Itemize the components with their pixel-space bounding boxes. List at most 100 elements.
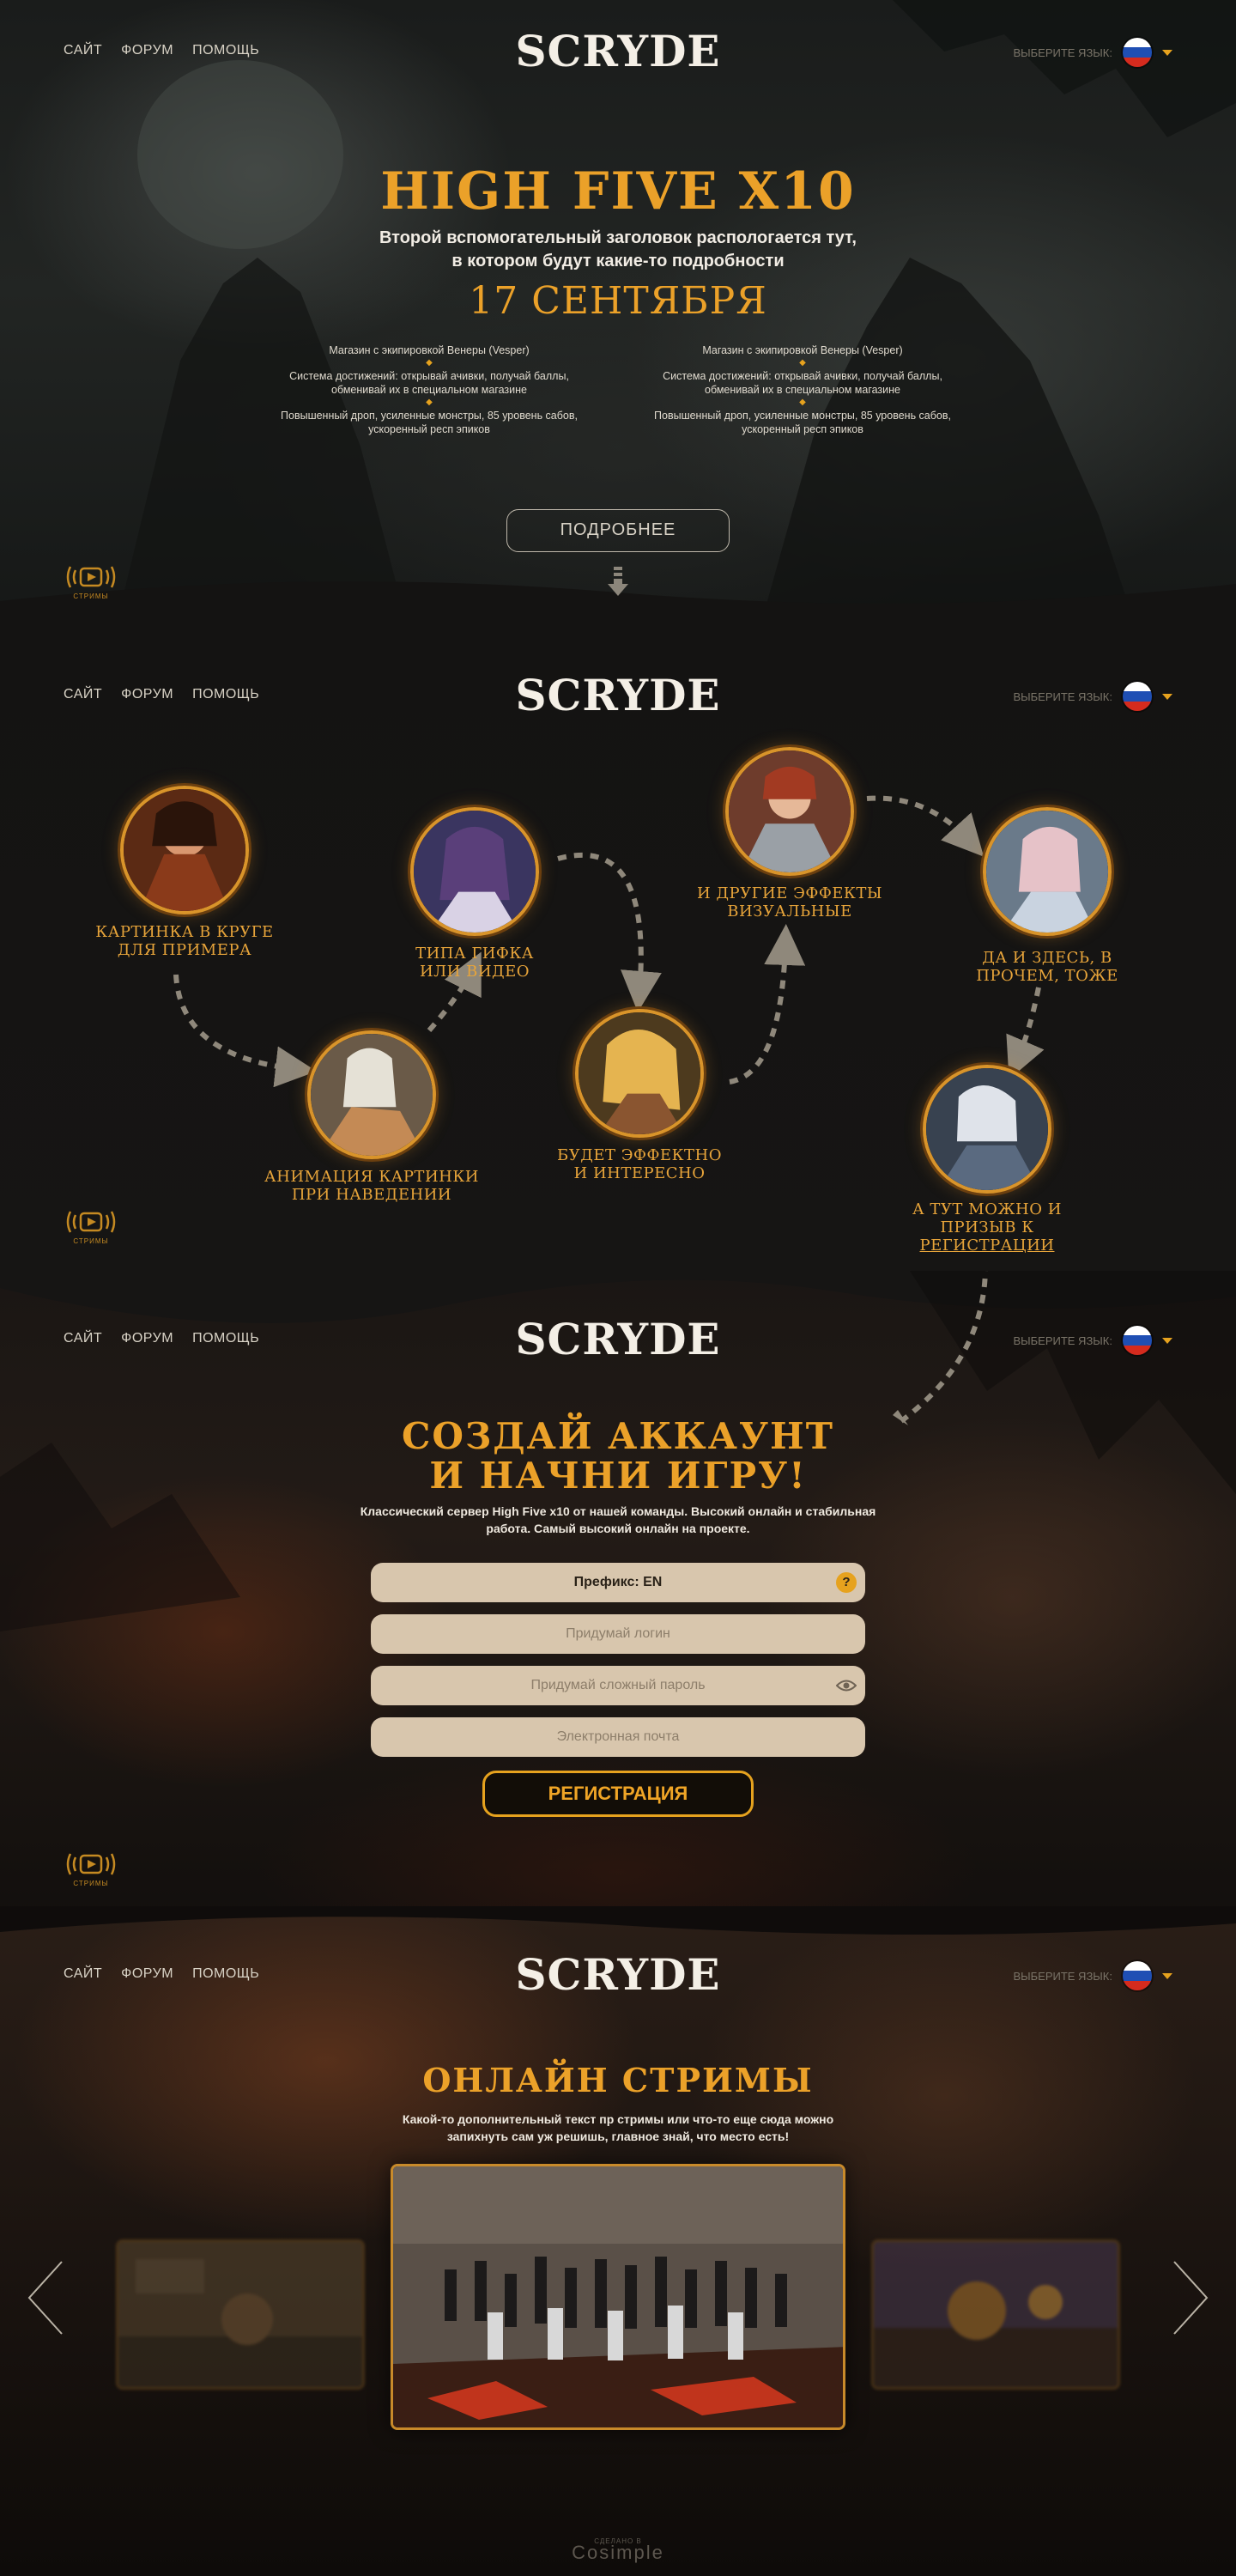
feature-art-image — [986, 811, 1108, 933]
feature-item: Повышенный дроп, усиленные монстры, 85 у… — [281, 410, 578, 435]
features-left: Магазин с экипировкой Венеры (Vesper) ◆ … — [258, 343, 601, 436]
hero-subtitle: Второй вспомогательный заголовок располо… — [379, 228, 857, 270]
nav-link-help[interactable]: ПОМОЩЬ — [192, 1966, 259, 1982]
nav-link-site[interactable]: САЙТ — [64, 1331, 102, 1346]
feature-art-image — [729, 750, 851, 872]
streams-badge[interactable]: СТРИМЫ — [64, 562, 124, 605]
feature-node-2-label: АНИМАЦИЯ КАРТИНКИ ПРИ НАВЕДЕНИИ — [264, 1168, 479, 1204]
feature-node-2[interactable] — [307, 1030, 436, 1159]
streams-section: САЙТ ФОРУМ ПОМОЩЬ SCRYDE ВЫБЕРИТЕ ЯЗЫК: … — [0, 1906, 1236, 2576]
stream-preview-image — [393, 2166, 843, 2427]
feature-art-image — [311, 1034, 433, 1156]
features-right: Магазин с экипировкой Венеры (Vesper) ◆ … — [631, 343, 974, 436]
nav-links: САЙТ ФОРУМ ПОМОЩЬ — [64, 43, 259, 58]
feature-art-image — [579, 1012, 700, 1134]
feature-node-6[interactable] — [983, 807, 1112, 936]
password-input[interactable]: Придумай сложный пароль — [371, 1666, 865, 1705]
nav-links: САЙТ ФОРУМ ПОМОЩЬ — [64, 1331, 259, 1346]
streams-badge-label: СТРИМЫ — [73, 592, 109, 600]
russian-flag-icon[interactable] — [1123, 1326, 1152, 1355]
streams-description: Какой-то дополнительный текст пр стримы … — [402, 2112, 834, 2143]
nav-link-help[interactable]: ПОМОЩЬ — [192, 1331, 259, 1346]
features-path-section: САЙТ ФОРУМ ПОМОЩЬ SCRYDE ВЫБЕРИТЕ ЯЗЫК: — [0, 627, 1236, 1288]
register-button[interactable]: РЕГИСТРАЦИЯ — [482, 1771, 754, 1817]
more-button[interactable]: ПОДРОБНЕЕ — [506, 509, 730, 552]
chevron-down-icon[interactable] — [1162, 1337, 1172, 1344]
stream-play-icon — [66, 566, 116, 588]
feature-art-image — [124, 789, 245, 911]
feature-item: Система достижений: открывай ачивки, пол… — [289, 370, 569, 396]
password-placeholder: Придумай сложный пароль — [530, 1678, 706, 1692]
eye-icon[interactable] — [836, 1678, 857, 1693]
top-nav: САЙТ ФОРУМ ПОМОЩЬ SCRYDE ВЫБЕРИТЕ ЯЗЫК: — [0, 1288, 1236, 1391]
language-selector[interactable]: ВЫБЕРИТЕ ЯЗЫК: — [1013, 1326, 1172, 1355]
chevron-down-icon[interactable] — [1162, 49, 1172, 56]
feature-item: Магазин с экипировкой Венеры (Vesper) — [329, 344, 530, 356]
nav-link-help[interactable]: ПОМОЩЬ — [192, 43, 259, 58]
language-selector[interactable]: ВЫБЕРИТЕ ЯЗЫК: — [1013, 1961, 1172, 1990]
nav-link-site[interactable]: САЙТ — [64, 1966, 102, 1982]
stream-preview-image — [874, 2242, 1118, 2387]
prefix-select[interactable]: Префикс: EN ? — [371, 1563, 865, 1602]
nav-link-forum[interactable]: ФОРУМ — [121, 1966, 173, 1982]
feature-node-3[interactable] — [410, 807, 539, 936]
streams-badge[interactable]: СТРИМЫ — [64, 1206, 124, 1249]
feature-node-7[interactable] — [923, 1065, 1051, 1194]
language-label: ВЫБЕРИТЕ ЯЗЫК: — [1013, 46, 1112, 59]
server-title: HIGH FIVE X10 — [380, 161, 856, 222]
bullet-dot-icon: ◆ — [799, 358, 806, 368]
stream-thumbnail-main[interactable] — [391, 2164, 845, 2430]
streams-badge[interactable]: СТРИМЫ — [64, 1849, 124, 1892]
top-nav: САЙТ ФОРУМ ПОМОЩЬ SCRYDE ВЫБЕРИТЕ ЯЗЫК: — [0, 0, 1236, 103]
logo[interactable]: SCRYDE — [515, 1949, 721, 2001]
feature-node-1-label: КАРТИНКА В КРУГЕ ДЛЯ ПРИМЕРА — [95, 923, 274, 959]
streams-title: ОНЛАЙН СТРИМЫ — [422, 2061, 814, 2099]
nav-link-site[interactable]: САЙТ — [64, 43, 102, 58]
feature-item: Система достижений: открывай ачивки, пол… — [663, 370, 942, 396]
carousel-next-arrow-icon[interactable] — [1169, 2258, 1212, 2337]
russian-flag-icon[interactable] — [1123, 1961, 1152, 1990]
email-input[interactable]: Электронная почта — [371, 1717, 865, 1757]
footer-credit[interactable]: СДЕЛАНО В Cosimple — [0, 2537, 1236, 2564]
nav-link-forum[interactable]: ФОРУМ — [121, 1331, 173, 1346]
feature-art-image — [926, 1068, 1048, 1190]
login-input[interactable]: Придумай логин — [371, 1614, 865, 1654]
language-selector[interactable]: ВЫБЕРИТЕ ЯЗЫК: — [1013, 38, 1172, 67]
feature-node-5-label: И ДРУГИЕ ЭФФЕКТЫ ВИЗУАЛЬНЫЕ — [696, 884, 883, 920]
launch-date: 17 СЕНТЯБРЯ — [469, 279, 767, 323]
stream-play-icon — [66, 1211, 116, 1233]
feature-node-4-label: БУДЕТ ЭФФЕКТНО И ИНТЕРЕСНО — [557, 1146, 722, 1182]
bullet-dot-icon: ◆ — [799, 398, 806, 407]
cta-text: А ТУТ МОЖНО И ПРИЗЫВ К — [912, 1200, 1062, 1236]
language-label: ВЫБЕРИТЕ ЯЗЫК: — [1013, 1969, 1112, 1983]
nav-links: САЙТ ФОРУМ ПОМОЩЬ — [64, 1966, 259, 1982]
feature-node-5[interactable] — [725, 747, 854, 876]
logo[interactable]: SCRYDE — [515, 1314, 721, 1365]
carousel-prev-arrow-icon[interactable] — [24, 2258, 67, 2337]
prefix-value: Префикс: EN — [573, 1575, 663, 1589]
feature-item: Повышенный дроп, усиленные монстры, 85 у… — [654, 410, 951, 435]
scroll-down-icon[interactable] — [606, 567, 630, 598]
help-icon[interactable]: ? — [836, 1572, 857, 1593]
stream-play-icon — [66, 1853, 116, 1875]
register-link[interactable]: РЕГИСТРАЦИИ — [920, 1236, 1055, 1255]
streams-badge-label: СТРИМЫ — [73, 1880, 109, 1887]
nav-link-forum[interactable]: ФОРУМ — [121, 43, 173, 58]
chevron-down-icon[interactable] — [1162, 1972, 1172, 1979]
stream-thumbnail-prev[interactable] — [116, 2239, 365, 2390]
streams-badge-label: СТРИМЫ — [73, 1237, 109, 1245]
top-nav: САЙТ ФОРУМ ПОМОЩЬ SCRYDE ВЫБЕРИТЕ ЯЗЫК: — [0, 1923, 1236, 2026]
registration-title: СОЗДАЙ АККАУНТ И НАЧНИ ИГРУ! — [401, 1415, 834, 1497]
stream-preview-image — [118, 2242, 362, 2387]
stream-thumbnail-next[interactable] — [871, 2239, 1120, 2390]
feature-node-1[interactable] — [120, 786, 249, 914]
feature-node-4[interactable] — [575, 1009, 704, 1138]
bullet-dot-icon: ◆ — [426, 358, 433, 368]
registration-description: Классический сервер High Five x10 от наш… — [360, 1504, 876, 1535]
feature-node-6-label: ДА И ЗДЕСЬ, В ПРОЧЕМ, ТОЖЕ — [976, 949, 1118, 985]
logo[interactable]: SCRYDE — [515, 26, 721, 77]
studio-logo: Cosimple — [572, 2542, 664, 2563]
feature-node-3-label: ТИПА ГИФКА ИЛИ ВИДЕО — [415, 945, 534, 981]
russian-flag-icon[interactable] — [1123, 38, 1152, 67]
feature-item: Магазин с экипировкой Венеры (Vesper) — [702, 344, 903, 356]
